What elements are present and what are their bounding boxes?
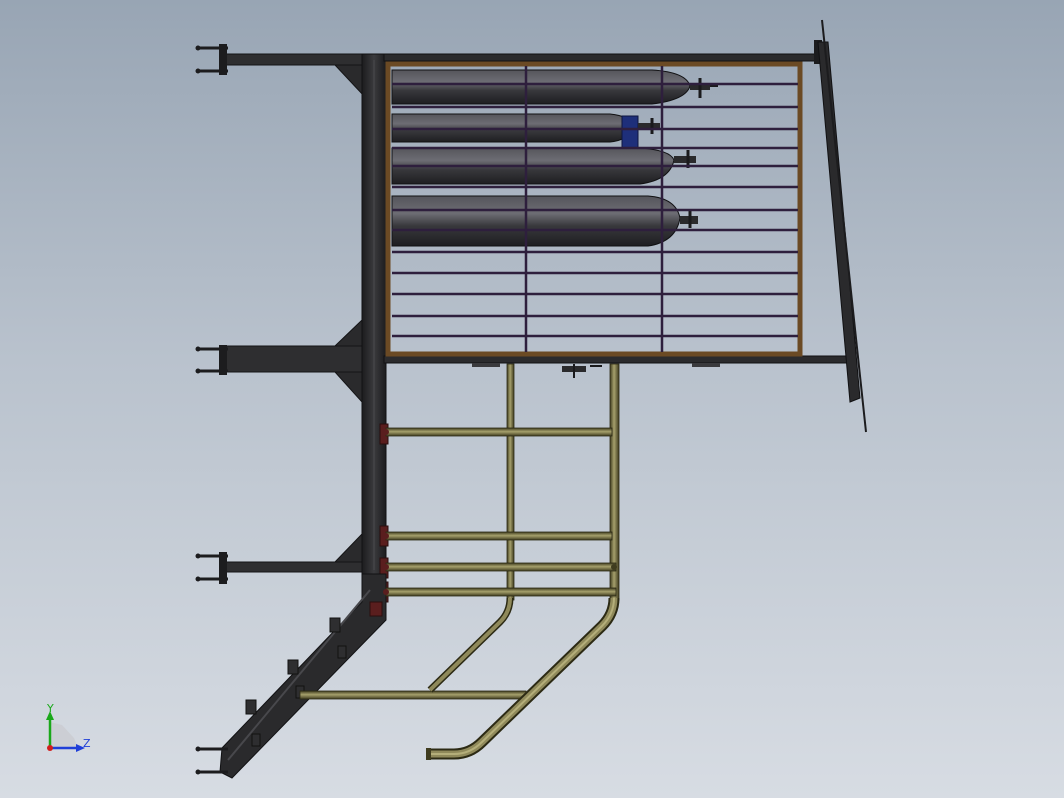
top-beam: [383, 40, 822, 64]
axis-triad: Y Z: [46, 702, 91, 752]
hanging-valve: [562, 364, 602, 378]
right-slanted-panel: [817, 19, 867, 433]
gas-cylinder-1: [391, 69, 718, 105]
wall-bracket-lower: [195, 532, 365, 584]
wall-bracket-middle: [195, 318, 365, 404]
cad-viewport[interactable]: Y Z: [0, 0, 1064, 798]
triad-z-label: Z: [83, 737, 91, 750]
diagonal-strut: [195, 573, 387, 779]
gas-cylinder-4: [391, 195, 698, 247]
main-vertical-post: [361, 53, 389, 603]
cylinder-rack: [385, 61, 803, 357]
triad-y-label: Y: [46, 702, 54, 715]
wall-bracket-top: [195, 44, 365, 98]
gas-cylinder-rack-model[interactable]: Y Z: [0, 0, 1064, 798]
